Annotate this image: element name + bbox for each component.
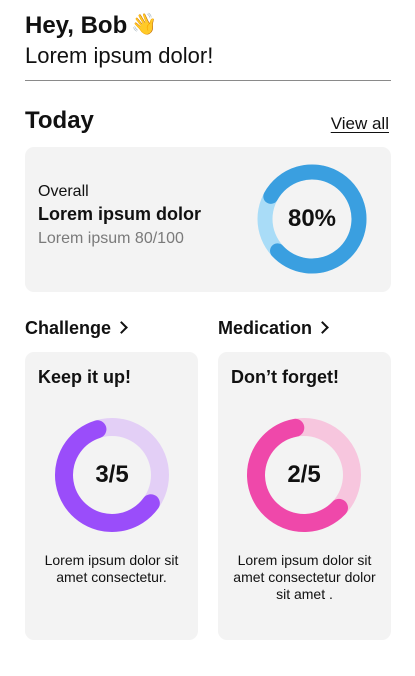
view-all-link[interactable]: View all [331,114,389,134]
greeting: Hey, Bob 👋 [25,10,157,40]
overall-progress-text: 80% [287,205,337,232]
chevron-right-icon [316,321,329,334]
divider [25,80,391,81]
challenge-heading: Keep it up! [38,367,131,387]
medication-progress-text: 2/5 [287,461,321,488]
overall-title: Lorem ipsum dolor [38,204,202,224]
overall-subtitle: Lorem ipsum 80/100 [38,230,184,247]
greeting-subtitle: Lorem ipsum dolor! [25,43,214,68]
chevron-right-icon [115,321,128,334]
overall-card[interactable]: Overall Lorem ipsum dolor Lorem ipsum 80… [25,147,391,292]
medication-title: Medication [218,318,313,338]
overall-progress-ring: 80% [257,164,367,274]
medication-link[interactable]: Medication [218,317,329,339]
challenge-progress-ring: 3/5 [54,417,170,533]
challenge-title: Challenge [25,318,112,338]
home-screen: Hey, Bob 👋 Lorem ipsum dolor! Today View … [0,0,415,676]
greeting-text: Hey, Bob [25,12,128,39]
medication-card[interactable]: Don’t forget! 2/5 Lorem ipsum dolor sit … [218,352,391,640]
waving-hand-icon: 👋 [131,12,158,36]
today-title: Today [25,107,94,134]
medication-progress-ring: 2/5 [246,417,362,533]
challenge-description: Lorem ipsum dolor sit amet consectetur. [44,552,179,585]
challenge-link[interactable]: Challenge [25,317,128,339]
challenge-card[interactable]: Keep it up! 3/5 Lorem ipsum dolor sit am… [25,352,198,640]
challenge-progress-text: 3/5 [95,461,129,488]
overall-label: Overall [38,183,89,200]
medication-heading: Don’t forget! [231,367,339,387]
medication-description: Lorem ipsum dolor sit amet consectetur d… [233,552,376,602]
